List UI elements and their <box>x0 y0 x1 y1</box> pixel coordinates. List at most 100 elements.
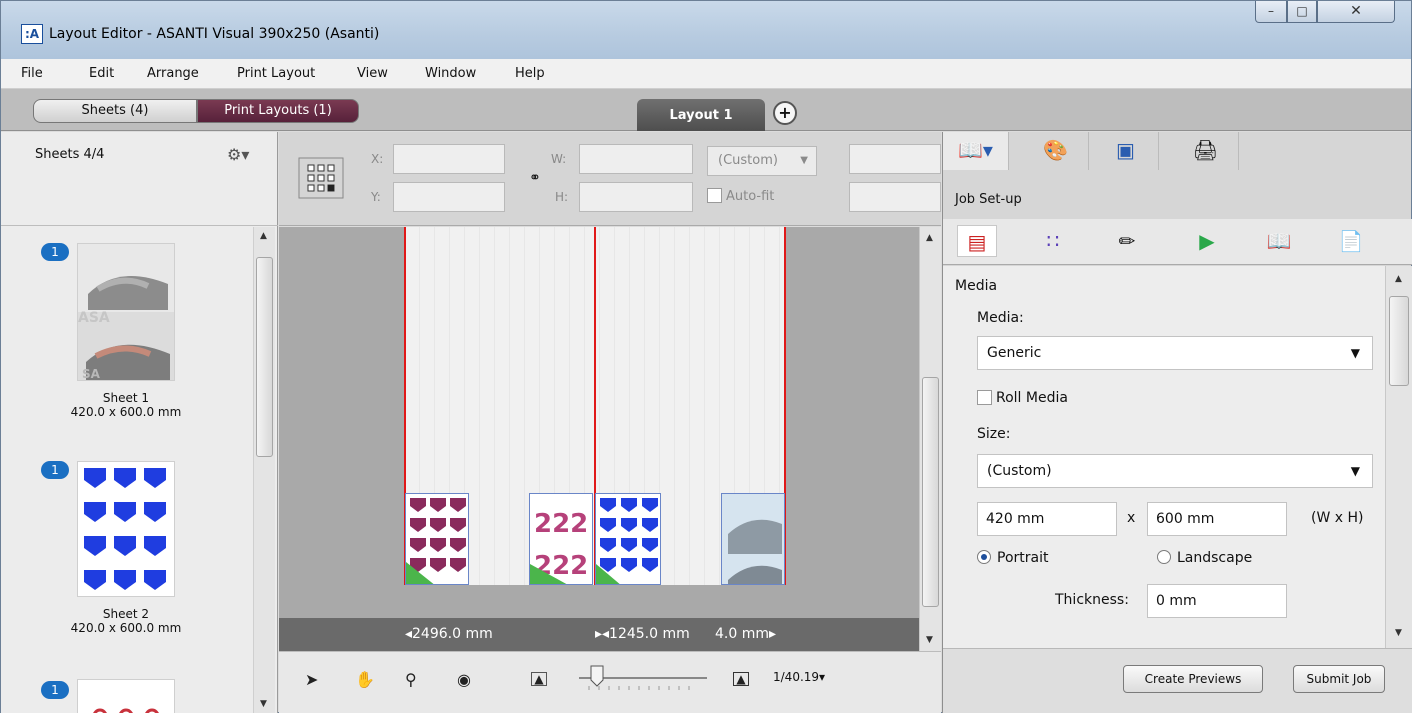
sheet-1-preview: ASA SA <box>78 244 174 380</box>
placed-sheet[interactable] <box>595 493 661 585</box>
brush-icon: ✏ <box>1118 229 1136 253</box>
landscape-radio[interactable]: Landscape <box>1157 550 1252 566</box>
height-input[interactable] <box>579 182 693 212</box>
y-input[interactable] <box>393 182 505 212</box>
scrollbar-thumb[interactable] <box>256 257 273 457</box>
width-input[interactable] <box>579 144 693 174</box>
thickness-input[interactable]: 0 mm <box>1147 584 1287 618</box>
zoom-magnifier-icon[interactable]: ⚲ <box>405 670 417 689</box>
landscape-label: Landscape <box>1177 550 1253 566</box>
submit-job-button[interactable]: Submit Job <box>1293 665 1385 693</box>
report-tab[interactable]: 📄 <box>1331 225 1371 257</box>
tab-printer[interactable]: 🖨 <box>1173 132 1239 170</box>
sheet-thumbnail[interactable] <box>77 461 175 597</box>
hand-pan-icon[interactable]: ✋ <box>355 670 375 689</box>
chevron-down-icon: ▼ <box>1350 346 1360 360</box>
placed-sheet-preview <box>406 494 468 584</box>
zoom-level[interactable]: 1/40.19▾ <box>773 670 825 684</box>
x-label: X: <box>371 152 384 166</box>
sheet-badge: 1 <box>41 243 69 261</box>
preview-eye-icon[interactable]: ◉ <box>457 670 471 689</box>
tab-preview[interactable]: ▣ <box>1093 132 1159 170</box>
color-tab[interactable]: ▶ <box>1187 225 1227 257</box>
scrollbar-thumb[interactable] <box>922 377 939 607</box>
select-arrow-icon[interactable]: ➤ <box>305 670 318 689</box>
tab-layout-1[interactable]: Layout 1 <box>637 99 765 131</box>
zoom-in-icon[interactable]: ▲ <box>733 672 749 686</box>
job-actions: Create Previews Submit Job <box>943 648 1412 713</box>
tab-print-layouts[interactable]: Print Layouts (1) <box>197 99 359 123</box>
roll-media-checkbox[interactable]: Roll Media <box>977 390 1068 406</box>
sheets-scrollbar[interactable]: ▲ ▼ <box>253 227 275 713</box>
size-preset-select[interactable]: (Custom) ▼ <box>707 146 817 176</box>
extra-input-1[interactable] <box>849 144 941 174</box>
size-label: Size: <box>977 426 1011 442</box>
media-group-title: Media <box>955 278 998 294</box>
scroll-up-icon[interactable]: ▲ <box>260 231 267 241</box>
svg-text:222: 222 <box>534 509 588 539</box>
scroll-down-icon[interactable]: ▼ <box>260 699 267 709</box>
menu-help[interactable]: Help <box>515 66 545 81</box>
media-tab[interactable]: ▤ <box>957 225 997 257</box>
autofit-checkbox[interactable]: Auto-fit <box>707 188 774 204</box>
inspector-tabs: 📖▾ 🎨 ▣ 🖨 <box>943 132 1412 170</box>
media-height-input[interactable]: 600 mm <box>1147 502 1287 536</box>
ink-tab[interactable]: ✏ <box>1107 225 1147 257</box>
size-select[interactable]: (Custom) ▼ <box>977 454 1373 488</box>
layout-canvas[interactable]: 222 222 <box>279 227 919 618</box>
times-sign: x <box>1127 510 1136 526</box>
placed-sheet-preview: 222 222 <box>530 494 592 584</box>
scroll-up-icon[interactable]: ▲ <box>926 233 933 243</box>
link-proportions-icon[interactable]: ⚭ <box>529 170 541 186</box>
placed-sheet[interactable] <box>405 493 469 585</box>
sheet-thumbnail[interactable] <box>77 679 175 713</box>
marks-tab[interactable]: ∷ <box>1033 225 1073 257</box>
minimize-button[interactable]: – <box>1255 1 1287 23</box>
ruler-left-dimension: ◂2496.0 mm <box>405 626 493 642</box>
tab-color[interactable]: 🎨 <box>1023 132 1089 170</box>
anchor-point-icon[interactable] <box>295 154 347 202</box>
menu-window[interactable]: Window <box>425 66 476 81</box>
add-layout-button[interactable]: + <box>773 101 797 125</box>
media-width-input[interactable]: 420 mm <box>977 502 1117 536</box>
scroll-down-icon[interactable]: ▼ <box>926 635 933 645</box>
gear-icon[interactable]: ⚙▾ <box>227 145 249 164</box>
wh-hint: (W x H) <box>1311 510 1364 526</box>
menu-bar: File Edit Arrange Print Layout View Wind… <box>1 59 1411 89</box>
zoom-slider[interactable] <box>569 662 709 698</box>
scroll-up-icon[interactable]: ▲ <box>1395 274 1402 284</box>
finishing-tab[interactable]: 📖 <box>1259 225 1299 257</box>
menu-file[interactable]: File <box>21 66 43 81</box>
x-input[interactable] <box>393 144 505 174</box>
menu-print-layout[interactable]: Print Layout <box>237 66 315 81</box>
settings-scrollbar[interactable]: ▲ ▼ <box>1385 266 1412 648</box>
checkbox-icon <box>707 188 722 203</box>
radio-selected-icon <box>977 550 991 564</box>
create-previews-button[interactable]: Create Previews <box>1123 665 1263 693</box>
placed-sheet[interactable]: 222 222 <box>529 493 593 585</box>
portrait-radio[interactable]: Portrait <box>977 550 1048 566</box>
media-select[interactable]: Generic ▼ <box>977 336 1373 370</box>
tab-sheets[interactable]: Sheets (4) <box>33 99 197 123</box>
h-label: H: <box>555 190 569 204</box>
chevron-down-icon: ▼ <box>800 155 808 166</box>
printer-icon: 🖨 <box>1192 138 1219 162</box>
color-triangle-icon: ▶ <box>1199 229 1215 253</box>
book-icon: 📖▾ <box>958 138 993 162</box>
extra-input-2[interactable] <box>849 182 941 212</box>
layout-icon: ▣ <box>1116 138 1135 162</box>
scrollbar-thumb[interactable] <box>1389 296 1409 386</box>
tab-job-setup[interactable]: 📖▾ <box>943 132 1009 170</box>
sheet-thumbnail[interactable]: ASA SA <box>77 243 175 381</box>
close-button[interactable]: ✕ <box>1317 1 1395 23</box>
placed-sheet[interactable] <box>721 493 785 585</box>
canvas-vertical-scrollbar[interactable]: ▲ ▼ <box>919 227 941 651</box>
menu-view[interactable]: View <box>357 66 388 81</box>
media-label: Media: <box>977 310 1024 326</box>
menu-arrange[interactable]: Arrange <box>147 66 199 81</box>
svg-text:ASA: ASA <box>78 310 110 326</box>
maximize-button[interactable]: □ <box>1287 1 1317 23</box>
zoom-out-icon[interactable]: ▲ <box>531 672 547 686</box>
menu-edit[interactable]: Edit <box>89 66 114 81</box>
scroll-down-icon[interactable]: ▼ <box>1395 628 1402 638</box>
